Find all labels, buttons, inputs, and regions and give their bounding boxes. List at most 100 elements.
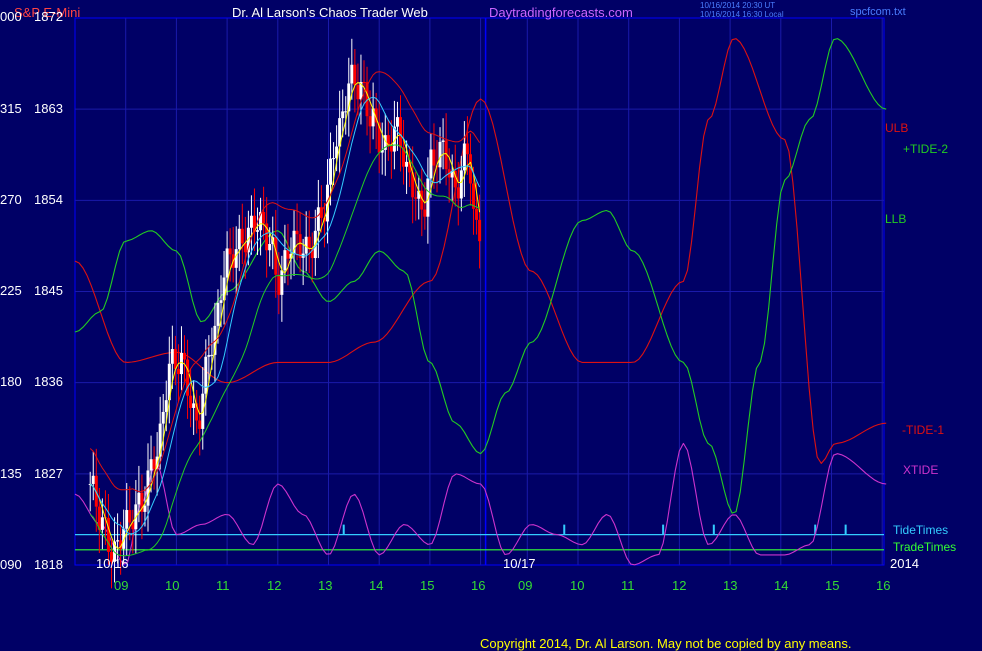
x-tick: 16 bbox=[471, 578, 486, 593]
price-bar-body bbox=[395, 117, 399, 127]
year-label: 2014 bbox=[890, 556, 919, 571]
x-tick: 13 bbox=[318, 578, 333, 593]
x-tick: 11 bbox=[216, 578, 230, 593]
x-tick: 14 bbox=[369, 578, 384, 593]
legend-xtide: XTIDE bbox=[903, 463, 939, 477]
price-bar-body bbox=[116, 540, 120, 542]
y-price-tick: 1872 bbox=[34, 9, 63, 24]
y-inner-tick: 090 bbox=[0, 557, 22, 572]
price-bar-body bbox=[219, 300, 223, 303]
price-bar-body bbox=[438, 141, 442, 168]
legend-ulb: ULB bbox=[885, 121, 909, 135]
price-bar-body bbox=[459, 170, 463, 199]
x-tick: 14 bbox=[774, 578, 789, 593]
legend-tide1: -TIDE-1 bbox=[902, 423, 944, 437]
price-bar-body bbox=[441, 140, 445, 142]
y-inner-tick: 270 bbox=[0, 192, 22, 207]
price-bar-body bbox=[432, 149, 436, 166]
price-bar-body bbox=[170, 349, 174, 364]
legend-tidetimes: TideTimes bbox=[893, 523, 949, 537]
price-bar-body bbox=[210, 354, 214, 356]
chaos-trader-chart bbox=[74, 17, 887, 589]
price-bar-body bbox=[353, 64, 357, 86]
price-bar-body bbox=[198, 420, 202, 429]
price-bar-body bbox=[304, 236, 308, 254]
price-bar-body bbox=[295, 230, 299, 235]
site-link[interactable]: Daytradingforecasts.com bbox=[489, 5, 633, 20]
price-bar-body bbox=[91, 475, 95, 484]
price-bar-body bbox=[316, 207, 320, 231]
chart-title: Dr. Al Larson's Chaos Trader Web bbox=[232, 5, 428, 20]
price-bar-body bbox=[398, 117, 402, 148]
price-bar-body bbox=[307, 236, 311, 249]
price-bar-body bbox=[389, 146, 393, 152]
price-bar-body bbox=[478, 219, 482, 242]
y-price-tick: 1818 bbox=[34, 557, 63, 572]
x-tick: 10 bbox=[165, 578, 180, 593]
date-label: 10/17 bbox=[503, 556, 536, 571]
price-bar-body bbox=[249, 215, 253, 228]
price-bar-body bbox=[277, 274, 281, 295]
x-tick: 12 bbox=[672, 578, 687, 593]
price-bar-body bbox=[173, 349, 177, 369]
legend-tradetimes: TradeTimes bbox=[893, 540, 957, 554]
y-inner-tick: 180 bbox=[0, 374, 22, 389]
price-bar-body bbox=[344, 111, 348, 113]
price-bar-body bbox=[164, 400, 168, 412]
price-bar-body bbox=[128, 510, 132, 523]
price-bar-body bbox=[262, 211, 266, 224]
price-bar-body bbox=[362, 81, 366, 83]
y-price-tick: 1854 bbox=[34, 192, 63, 207]
x-tick: 10 bbox=[570, 578, 585, 593]
price-bar-body bbox=[240, 228, 244, 244]
y-price-tick: 1863 bbox=[34, 101, 63, 116]
y-inner-tick: 315 bbox=[0, 101, 22, 116]
price-bar-body bbox=[429, 149, 433, 179]
y-inner-tick: 000 bbox=[0, 9, 22, 24]
price-bar-body bbox=[298, 234, 302, 258]
price-bar-body bbox=[137, 492, 141, 505]
price-bar-body bbox=[225, 248, 229, 278]
price-bar-body bbox=[423, 209, 427, 217]
price-bar-body bbox=[237, 228, 241, 250]
price-bar-body bbox=[189, 395, 193, 408]
price-bar-body bbox=[465, 143, 469, 155]
price-bar-body bbox=[228, 248, 232, 255]
price-bar-body bbox=[414, 197, 418, 199]
price-bar-body bbox=[350, 64, 354, 84]
price-bar-body bbox=[152, 459, 156, 469]
x-tick: 09 bbox=[518, 578, 533, 593]
x-tick: 12 bbox=[267, 578, 282, 593]
ma-slow-line bbox=[89, 96, 481, 535]
price-bar-body bbox=[368, 116, 372, 127]
y-inner-tick: 135 bbox=[0, 466, 22, 481]
y-price-tick: 1827 bbox=[34, 466, 63, 481]
x-tick: 15 bbox=[420, 578, 435, 593]
x-tick: 11 bbox=[621, 578, 635, 593]
price-bar-body bbox=[143, 505, 147, 512]
price-bar-body bbox=[283, 250, 287, 271]
price-bar-body bbox=[268, 244, 272, 251]
legend-tide2: +TIDE-2 bbox=[903, 142, 949, 156]
price-bar-body bbox=[405, 161, 409, 167]
x-tick: 13 bbox=[723, 578, 738, 593]
file-label: spcfcom.txt bbox=[850, 6, 906, 18]
price-bar-body bbox=[456, 187, 460, 199]
price-bar-body bbox=[176, 368, 180, 375]
price-bar-body bbox=[192, 403, 196, 408]
x-tick: 15 bbox=[825, 578, 840, 593]
timestamp-local: 10/16/2014 16:30 Local bbox=[700, 10, 784, 19]
price-bar-body bbox=[356, 85, 360, 100]
x-tick: 09 bbox=[114, 578, 129, 593]
price-bar-body bbox=[234, 249, 238, 268]
price-bar-body bbox=[207, 355, 211, 357]
timestamp-ut: 10/16/2014 20:30 UT bbox=[700, 1, 776, 10]
x-tick: 16 bbox=[876, 578, 891, 593]
copyright-notice: Copyright 2014, Dr. Al Larson. May not b… bbox=[480, 636, 852, 651]
legend-llb: LLB bbox=[885, 212, 907, 226]
y-price-tick: 1845 bbox=[34, 283, 63, 298]
price-bar-body bbox=[216, 302, 220, 326]
price-bar-body bbox=[125, 510, 129, 529]
price-bar-body bbox=[204, 356, 208, 394]
date-label: 10/16 bbox=[96, 556, 129, 571]
